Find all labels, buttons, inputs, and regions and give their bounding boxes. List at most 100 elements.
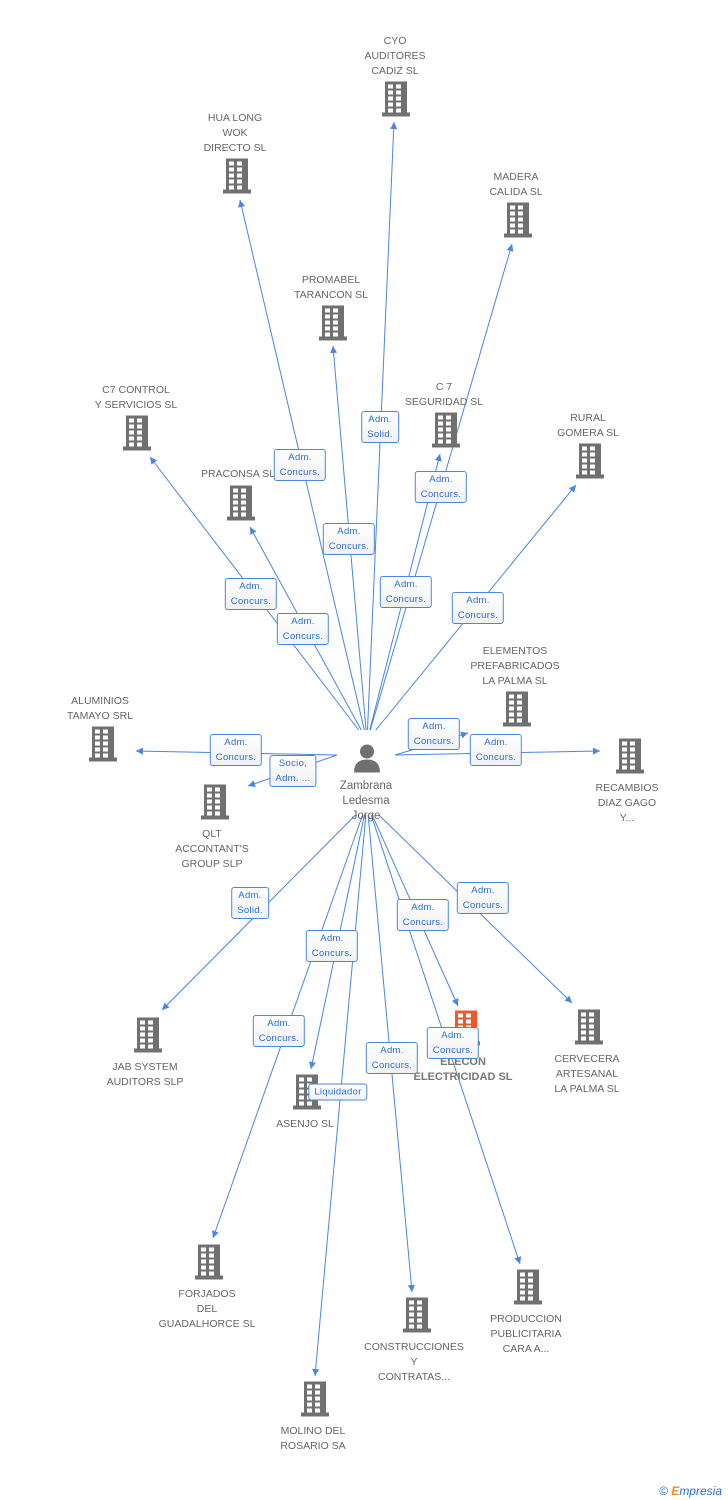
edge-role-label[interactable]: Adm. Concurs. xyxy=(469,734,523,766)
building-icon[interactable] xyxy=(380,81,412,122)
company-node-label[interactable]: PRODUCCION PUBLICITARIA CARA A... xyxy=(490,1312,562,1357)
role-line: Concurs. xyxy=(279,467,321,478)
building-icon[interactable] xyxy=(512,1269,544,1310)
label-line: RURAL xyxy=(570,412,606,424)
company-node-label[interactable]: CYO AUDITORES CADIZ SL xyxy=(364,34,425,79)
person-icon[interactable] xyxy=(352,743,382,778)
label-line: QLT xyxy=(202,828,222,840)
arrow-head xyxy=(312,1368,320,1376)
edge-role-label[interactable]: Adm. Concurs. xyxy=(224,578,278,610)
role-line: Concurs. xyxy=(420,489,462,500)
label-line: GUADALHORCE SL xyxy=(158,1318,256,1330)
company-node-label[interactable]: QLT ACCONTANT'S GROUP SLP xyxy=(175,827,249,872)
label-line: C7 CONTROL xyxy=(102,384,170,396)
company-node-label[interactable]: MOLINO DEL ROSARIO SA xyxy=(280,1424,345,1454)
label-line: DIRECTO SL xyxy=(203,142,267,154)
role-line: Adm. xyxy=(238,890,262,901)
company-node-label[interactable]: ELECON ELECTRICIDAD SL xyxy=(414,1055,513,1085)
edge-role-label[interactable]: Adm. Concurs. xyxy=(426,1027,480,1059)
name-line: Jorge xyxy=(351,810,381,822)
arrow-head xyxy=(514,1256,522,1264)
edge-role-label[interactable]: Adm. Concurs. xyxy=(209,734,263,766)
edge-role-label[interactable]: Adm. Concurs. xyxy=(407,718,461,750)
center-person-name[interactable]: Zambrana Ledesma Jorge xyxy=(340,779,392,824)
edge-role-label[interactable]: Socio, Adm. ... xyxy=(269,755,317,787)
company-node-label[interactable]: ASENJO SL xyxy=(276,1117,334,1132)
label-line: ELECTRICIDAD SL xyxy=(413,1071,513,1083)
company-node-label[interactable]: ELEMENTOS PREFABRICADOS LA PALMA SL xyxy=(470,644,559,689)
building-icon[interactable] xyxy=(573,1009,605,1050)
label-line: GROUP SLP xyxy=(181,858,243,870)
arrow-head xyxy=(592,747,600,755)
building-icon[interactable] xyxy=(225,485,257,526)
role-line: Concurs. xyxy=(402,917,444,928)
company-node-label[interactable]: ALUMINIOS TAMAYO SRL xyxy=(67,694,133,724)
building-icon[interactable] xyxy=(299,1381,331,1422)
arrow-head xyxy=(150,457,158,465)
role-line: Concurs. xyxy=(385,594,427,605)
label-line: GOMERA SL xyxy=(557,427,619,439)
role-line: Socio, xyxy=(278,758,308,769)
company-node-label[interactable]: PROMABEL TARANCON SL xyxy=(294,273,368,303)
building-icon[interactable] xyxy=(199,784,231,825)
company-node-label[interactable]: C 7 SEGURIDAD SL xyxy=(405,380,483,410)
label-line: ALUMINIOS xyxy=(71,695,129,707)
label-line: C 7 xyxy=(435,381,453,393)
role-line: Concurs. xyxy=(282,631,324,642)
building-icon[interactable] xyxy=(501,691,533,732)
edge-role-label[interactable]: Adm. Concurs. xyxy=(305,930,359,962)
company-node-label[interactable]: RURAL GOMERA SL xyxy=(557,411,619,441)
edge-role-label[interactable]: Adm. Solid. xyxy=(361,411,399,443)
label-line: CONSTRUCCIONES xyxy=(364,1341,464,1353)
building-icon[interactable] xyxy=(317,305,349,346)
building-icon[interactable] xyxy=(121,415,153,456)
arrow-head xyxy=(136,747,144,755)
label-line: CONTRATAS... xyxy=(378,1371,450,1383)
company-node-label[interactable]: C7 CONTROL Y SERVICIOS SL xyxy=(95,383,177,413)
company-node-label[interactable]: HUA LONG WOK DIRECTO SL xyxy=(204,111,267,156)
label-line: DEL xyxy=(196,1303,218,1315)
company-node-label[interactable]: CERVECERA ARTESANAL LA PALMA SL xyxy=(554,1052,619,1097)
edge-role-label[interactable]: Adm. Concurs. xyxy=(365,1042,419,1074)
building-icon[interactable] xyxy=(430,412,462,453)
company-node-label[interactable]: RECAMBIOS DIAZ GAGO Y... xyxy=(595,781,658,826)
edge-role-label[interactable]: Adm. Concurs. xyxy=(396,899,450,931)
label-line: TARANCON SL xyxy=(294,289,368,301)
label-line: ACCONTANT'S xyxy=(175,843,249,855)
building-icon[interactable] xyxy=(132,1017,164,1058)
company-node-label[interactable]: MADERA CALIDA SL xyxy=(489,170,542,200)
role-line: Concurs. xyxy=(311,948,353,959)
brand-name: mpresia xyxy=(679,1484,722,1498)
building-icon[interactable] xyxy=(87,726,119,767)
role-line: Adm. xyxy=(291,616,315,627)
edge-role-label[interactable]: Adm. Solid. xyxy=(231,887,269,919)
building-icon[interactable] xyxy=(614,738,646,779)
label-line: ASENJO SL xyxy=(276,1118,334,1130)
edge-role-label[interactable]: Adm. Concurs. xyxy=(252,1015,306,1047)
edge-role-label[interactable]: Adm. Concurs. xyxy=(379,576,433,608)
label-line: AUDITORES xyxy=(364,50,426,62)
building-icon[interactable] xyxy=(401,1297,433,1338)
edge-role-label[interactable]: Adm. Concurs. xyxy=(273,449,327,481)
edge-role-label[interactable]: Adm. Concurs. xyxy=(276,613,330,645)
edge-role-label[interactable]: Adm. Concurs. xyxy=(451,592,505,624)
edge-role-label[interactable]: Adm. Concurs. xyxy=(414,471,468,503)
edge-role-label[interactable]: Liquidador xyxy=(308,1083,368,1101)
company-node-label[interactable]: FORJADOS DEL GUADALHORCE SL xyxy=(159,1287,256,1332)
role-line: Adm. xyxy=(429,474,453,485)
company-node-label[interactable]: CONSTRUCCIONES Y CONTRATAS... xyxy=(364,1340,464,1385)
role-line: Adm. xyxy=(380,1045,404,1056)
role-line: Adm. xyxy=(224,737,248,748)
role-line: Liquidador xyxy=(314,1086,362,1098)
edge-role-label[interactable]: Adm. Concurs. xyxy=(322,523,376,555)
label-line: JAB SYSTEM xyxy=(112,1061,178,1073)
building-icon[interactable] xyxy=(193,1244,225,1285)
company-node-label[interactable]: JAB SYSTEM AUDITORS SLP xyxy=(107,1060,184,1090)
name-line: Zambrana xyxy=(339,780,393,792)
building-icon[interactable] xyxy=(574,443,606,484)
company-node-label[interactable]: PRACONSA SL xyxy=(201,467,275,482)
building-icon[interactable] xyxy=(221,158,253,199)
edge-role-label[interactable]: Adm. Concurs. xyxy=(456,882,510,914)
building-icon[interactable] xyxy=(502,202,534,243)
copyright-symbol: © xyxy=(659,1484,668,1498)
